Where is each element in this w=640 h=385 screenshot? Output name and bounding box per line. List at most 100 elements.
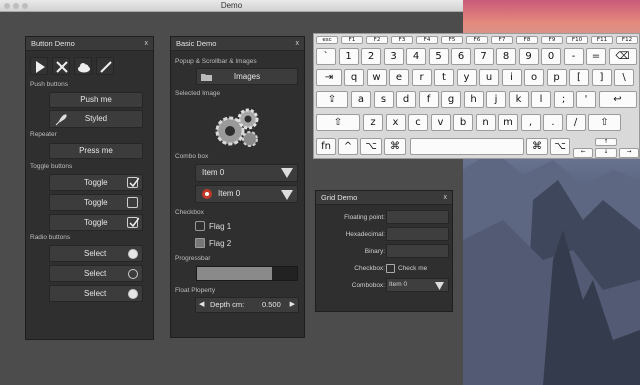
radio-selected[interactable] xyxy=(128,249,138,259)
key-keyboard-fn_row-5[interactable]: F5 xyxy=(441,36,463,44)
key-keyboard-z_row-0[interactable]: ⇧ xyxy=(316,114,360,131)
key-keyboard-q_row-8[interactable]: i xyxy=(501,69,522,86)
key-keyboard-bottom_row-1[interactable]: ^ xyxy=(338,138,358,155)
press-me-button[interactable]: Press me xyxy=(49,143,143,159)
basic-demo-title[interactable]: Basic Demo x xyxy=(171,37,304,51)
key-keyboard-a_row-8[interactable]: k xyxy=(508,91,529,108)
key-keyboard-z_row-2[interactable]: x xyxy=(385,114,406,131)
combo-box-2[interactable]: Item 0 xyxy=(195,185,298,203)
key-keyboard-q_row-7[interactable]: u xyxy=(479,69,499,86)
key-keyboard-num_row-11[interactable]: - xyxy=(563,48,584,65)
key-keyboard-num_row-7[interactable]: 7 xyxy=(473,48,494,65)
key-keyboard-z_row-8[interactable]: , xyxy=(520,114,541,131)
key-keyboard-z_row-3[interactable]: c xyxy=(408,114,428,131)
flag1-checkbox[interactable] xyxy=(195,221,205,231)
key-keyboard-num_row-10[interactable]: 0 xyxy=(541,48,561,65)
grid-demo-title[interactable]: Grid Demo x xyxy=(316,191,452,205)
key-keyboard-a_row-2[interactable]: s xyxy=(373,91,394,108)
key-keyboard-fn_row-10[interactable]: F10 xyxy=(566,36,588,44)
toggle-button[interactable]: Toggle xyxy=(49,174,143,191)
key-keyboard-q_row-2[interactable]: w xyxy=(366,69,387,86)
button-demo-close-button[interactable]: x xyxy=(145,37,149,51)
floating-point-field[interactable] xyxy=(386,210,449,224)
key-keyboard-fn_row-4[interactable]: F4 xyxy=(416,36,438,44)
key-keyboard-bottom_row-3[interactable]: ⌘ xyxy=(384,138,406,155)
push-me-button[interactable]: Push me xyxy=(49,92,143,108)
key-keyboard-q_row-12[interactable]: ] xyxy=(591,69,612,86)
key-keyboard-fn_row-0[interactable]: esc xyxy=(316,36,338,44)
combobox-field[interactable]: Item 0 xyxy=(386,278,449,292)
basic-demo-close-button[interactable]: x xyxy=(296,37,300,51)
decrement-arrow-icon[interactable]: ◀ xyxy=(199,298,204,312)
key-keyboard-bottom_row-0[interactable]: fn xyxy=(316,138,336,155)
key-keyboard-q_row-5[interactable]: t xyxy=(434,69,454,86)
key-keyboard-q_row-3[interactable]: e xyxy=(389,69,409,86)
combo-box-1[interactable]: Item 0 xyxy=(195,164,298,182)
key-keyboard-bottom_row-2[interactable]: ⌥ xyxy=(360,138,382,155)
key-keyboard-fn_row-2[interactable]: F2 xyxy=(366,36,388,44)
key-keyboard-z_row-1[interactable]: z xyxy=(363,114,383,131)
key-keyboard-num_row-5[interactable]: 5 xyxy=(428,48,449,65)
key-keyboard-arrows-3[interactable]: → xyxy=(619,148,639,158)
minimize-window-button[interactable] xyxy=(13,3,19,9)
key-keyboard-z_row-7[interactable]: m xyxy=(498,114,518,131)
key-keyboard-fn_row-12[interactable]: F12 xyxy=(616,36,638,44)
key-keyboard-fn_row-7[interactable]: F7 xyxy=(491,36,513,44)
key-space[interactable] xyxy=(410,138,524,155)
key-keyboard-fn_row-1[interactable]: F1 xyxy=(341,36,363,44)
binary-field[interactable] xyxy=(386,244,449,258)
toggle-button[interactable]: Toggle xyxy=(49,194,143,211)
key-keyboard-q_row-10[interactable]: p xyxy=(546,69,567,86)
key-keyboard-a_row-3[interactable]: d xyxy=(396,91,416,108)
toggle-checkbox-unchecked[interactable] xyxy=(127,197,138,208)
key-keyboard-a_row-4[interactable]: f xyxy=(418,91,439,108)
key-keyboard-q_row-6[interactable]: y xyxy=(456,69,477,86)
key-keyboard-fn_row-8[interactable]: F8 xyxy=(516,36,538,44)
radio-select[interactable]: Select xyxy=(49,245,143,262)
play-icon[interactable] xyxy=(30,57,48,75)
key-keyboard-q_row-4[interactable]: r xyxy=(411,69,432,86)
flag2-checkbox[interactable] xyxy=(195,238,205,248)
key-keyboard-bottom_row-6[interactable]: ⌥ xyxy=(550,138,570,155)
key-keyboard-fn_row-9[interactable]: F9 xyxy=(541,36,563,44)
depth-spinner[interactable]: ◀ Depth cm: 0.500 ▶ xyxy=(195,297,299,313)
key-keyboard-num_row-12[interactable]: = xyxy=(586,48,606,65)
toggle-checkbox-checked[interactable] xyxy=(127,217,139,228)
key-keyboard-num_row-8[interactable]: 8 xyxy=(496,48,516,65)
key-keyboard-a_row-0[interactable]: ⇪ xyxy=(316,91,348,108)
key-keyboard-z_row-11[interactable]: ⇧ xyxy=(588,114,621,131)
key-keyboard-z_row-9[interactable]: . xyxy=(543,114,563,131)
key-keyboard-z_row-6[interactable]: n xyxy=(475,114,496,131)
key-keyboard-fn_row-3[interactable]: F3 xyxy=(391,36,413,44)
key-keyboard-fn_row-11[interactable]: F11 xyxy=(591,36,613,44)
key-keyboard-a_row-7[interactable]: j xyxy=(486,91,506,108)
key-keyboard-num_row-4[interactable]: 4 xyxy=(406,48,426,65)
key-keyboard-a_row-11[interactable]: ' xyxy=(576,91,596,108)
key-keyboard-num_row-13[interactable]: ⌫ xyxy=(608,48,637,65)
key-keyboard-q_row-9[interactable]: o xyxy=(524,69,544,86)
key-keyboard-a_row-9[interactable]: l xyxy=(531,91,551,108)
key-keyboard-z_row-4[interactable]: v xyxy=(430,114,451,131)
key-keyboard-num_row-1[interactable]: 1 xyxy=(338,48,359,65)
key-keyboard-a_row-6[interactable]: h xyxy=(463,91,484,108)
cloud-icon[interactable] xyxy=(74,57,92,75)
check-me-checkbox[interactable] xyxy=(386,264,395,273)
images-button[interactable]: Images xyxy=(196,68,298,85)
styled-button[interactable]: Styled xyxy=(49,110,143,128)
key-keyboard-q_row-11[interactable]: [ xyxy=(569,69,589,86)
key-keyboard-a_row-12[interactable]: ↩ xyxy=(598,91,637,108)
key-keyboard-a_row-10[interactable]: ; xyxy=(553,91,574,108)
grid-demo-close-button[interactable]: x xyxy=(444,191,448,205)
toggle-button[interactable]: Toggle xyxy=(49,214,143,231)
close-window-button[interactable] xyxy=(4,3,10,9)
key-keyboard-a_row-5[interactable]: g xyxy=(441,91,461,108)
button-demo-title[interactable]: Button Demo x xyxy=(26,37,153,51)
radio-selected[interactable] xyxy=(128,289,138,299)
key-keyboard-num_row-3[interactable]: 3 xyxy=(383,48,404,65)
tools-icon[interactable] xyxy=(52,57,70,75)
key-keyboard-q_row-13[interactable]: \ xyxy=(614,69,634,86)
zoom-window-button[interactable] xyxy=(22,3,28,9)
key-keyboard-num_row-0[interactable]: ` xyxy=(316,48,336,65)
pencil-icon[interactable] xyxy=(96,57,114,75)
key-keyboard-num_row-9[interactable]: 9 xyxy=(518,48,539,65)
